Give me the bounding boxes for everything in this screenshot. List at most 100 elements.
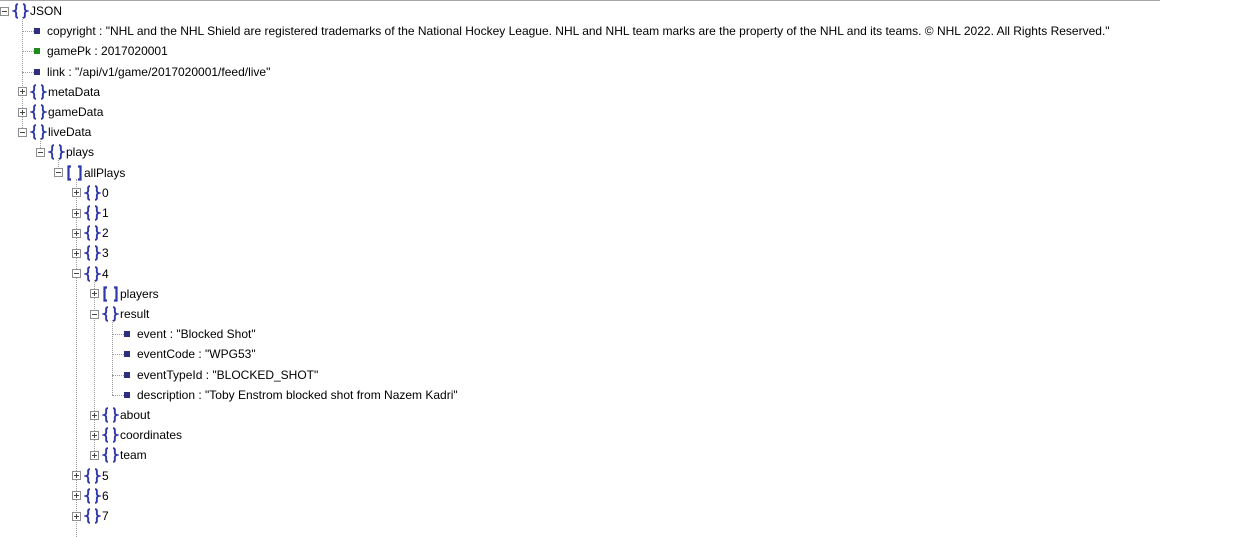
tree-node-plays[interactable]: plays bbox=[36, 142, 94, 162]
node-label: result bbox=[120, 307, 150, 321]
tree-node-1[interactable]: 1 bbox=[72, 203, 109, 223]
expand-toggle-icon[interactable] bbox=[90, 410, 99, 420]
node-label: plays bbox=[66, 145, 95, 160]
node-label: allPlays bbox=[84, 165, 126, 180]
top-divider bbox=[0, 0, 1160, 1]
tree-node-team[interactable]: team bbox=[90, 445, 147, 465]
object-braces-icon bbox=[48, 144, 65, 161]
square-bullet-icon bbox=[34, 28, 40, 35]
node-label: gamePk : 2017020001 bbox=[47, 44, 168, 59]
tree-value-event: event : "Blocked Shot" bbox=[124, 324, 256, 344]
object-braces-icon bbox=[30, 84, 47, 100]
tree-connector-line bbox=[22, 31, 34, 33]
node-label: 6 bbox=[102, 488, 109, 503]
tree-node-allplays[interactable]: allPlays bbox=[54, 163, 125, 183]
object-braces-icon bbox=[30, 124, 47, 140]
node-label: eventTypeId : "BLOCKED_SHOT" bbox=[137, 367, 319, 382]
node-label: 3 bbox=[102, 246, 109, 261]
node-label: 0 bbox=[102, 185, 109, 200]
collapse-toggle-icon[interactable] bbox=[0, 6, 9, 16]
node-label: liveData bbox=[48, 125, 92, 140]
tree-connector-line bbox=[112, 374, 124, 376]
object-braces-icon bbox=[84, 205, 101, 221]
node-label: 7 bbox=[102, 509, 109, 523]
node-label: eventCode : "WPG53" bbox=[137, 347, 256, 362]
node-label: 2 bbox=[102, 226, 109, 241]
tree-node-3[interactable]: 3 bbox=[72, 243, 109, 263]
object-braces-icon bbox=[84, 245, 101, 262]
tree-node-gamedata[interactable]: gameData bbox=[18, 102, 103, 122]
tree-node-players[interactable]: players bbox=[90, 284, 159, 304]
object-braces-icon bbox=[84, 467, 101, 484]
node-label: gameData bbox=[48, 105, 104, 119]
node-label: metaData bbox=[48, 84, 101, 99]
array-brackets-icon bbox=[102, 286, 119, 302]
collapse-toggle-icon[interactable] bbox=[72, 269, 81, 279]
square-bullet-icon bbox=[124, 371, 130, 378]
tree-node-2[interactable]: 2 bbox=[72, 223, 109, 243]
object-braces-icon bbox=[84, 185, 101, 201]
square-bullet-icon bbox=[34, 48, 40, 55]
tree-connector-line bbox=[22, 71, 34, 73]
tree-value-eventtypeid: eventTypeId : "BLOCKED_SHOT" bbox=[124, 365, 318, 385]
node-label: description : "Toby Enstrom blocked shot… bbox=[137, 387, 458, 402]
collapse-toggle-icon[interactable] bbox=[18, 127, 27, 137]
node-label: 5 bbox=[102, 468, 109, 483]
object-braces-icon bbox=[12, 3, 29, 19]
tree-value-eventcode: eventCode : "WPG53" bbox=[124, 344, 256, 364]
square-bullet-icon bbox=[124, 391, 130, 398]
tree-node-coordinates[interactable]: coordinates bbox=[90, 425, 182, 445]
tree-node-about[interactable]: about bbox=[90, 405, 150, 425]
collapse-toggle-icon[interactable] bbox=[90, 309, 99, 319]
json-tree-view: JSON copyright : "NHL and the NHL Shield … bbox=[0, 0, 1236, 537]
expand-toggle-icon[interactable] bbox=[18, 107, 27, 117]
tree-node-4[interactable]: 4 bbox=[72, 264, 109, 284]
node-label: event : "Blocked Shot" bbox=[137, 327, 256, 342]
tree-value-link: link : "/api/v1/game/2017020001/feed/liv… bbox=[34, 62, 270, 82]
object-braces-icon bbox=[102, 407, 119, 423]
tree-node-5[interactable]: 5 bbox=[72, 466, 109, 486]
expand-toggle-icon[interactable] bbox=[72, 248, 81, 258]
expand-toggle-icon[interactable] bbox=[90, 430, 99, 440]
node-label: link : "/api/v1/game/2017020001/feed/liv… bbox=[47, 64, 271, 79]
tree-value-gamepk: gamePk : 2017020001 bbox=[34, 41, 168, 61]
tree-node-metadata[interactable]: metaData bbox=[18, 82, 100, 102]
object-braces-icon bbox=[84, 508, 101, 524]
expand-toggle-icon[interactable] bbox=[90, 450, 99, 460]
expand-toggle-icon[interactable] bbox=[72, 208, 81, 218]
expand-toggle-icon[interactable] bbox=[72, 491, 81, 501]
expand-toggle-icon[interactable] bbox=[90, 289, 99, 299]
tree-value-description: description : "Toby Enstrom blocked shot… bbox=[124, 385, 458, 405]
tree-node-result[interactable]: result bbox=[90, 304, 149, 324]
tree-value-copyright: copyright : "NHL and the NHL Shield are … bbox=[34, 21, 1110, 41]
node-label: about bbox=[120, 408, 151, 422]
tree-node-json[interactable]: JSON bbox=[0, 1, 62, 21]
node-label: 1 bbox=[102, 206, 109, 220]
collapse-toggle-icon[interactable] bbox=[54, 168, 63, 178]
node-label: team bbox=[120, 448, 147, 463]
node-label: 4 bbox=[102, 266, 109, 281]
expand-toggle-icon[interactable] bbox=[72, 188, 81, 198]
tree-node-livedata[interactable]: liveData bbox=[18, 122, 91, 142]
object-braces-icon bbox=[102, 306, 119, 322]
expand-toggle-icon[interactable] bbox=[72, 511, 81, 521]
expand-toggle-icon[interactable] bbox=[72, 471, 81, 481]
tree-connector-line bbox=[112, 334, 124, 336]
node-label: players bbox=[120, 286, 159, 301]
expand-toggle-icon[interactable] bbox=[18, 87, 27, 97]
object-braces-icon bbox=[102, 447, 119, 464]
object-braces-icon bbox=[84, 265, 101, 282]
expand-toggle-icon[interactable] bbox=[72, 228, 81, 238]
tree-connector-line bbox=[22, 51, 34, 53]
tree-connector-line bbox=[112, 354, 124, 356]
tree-node-6[interactable]: 6 bbox=[72, 486, 109, 506]
tree-node-0[interactable]: 0 bbox=[72, 183, 109, 203]
tree-node-7[interactable]: 7 bbox=[72, 506, 109, 526]
array-brackets-icon bbox=[66, 164, 83, 181]
square-bullet-icon bbox=[34, 68, 40, 75]
collapse-toggle-icon[interactable] bbox=[36, 147, 45, 157]
tree-connector-line bbox=[112, 394, 124, 396]
object-braces-icon bbox=[102, 427, 119, 443]
object-braces-icon bbox=[84, 225, 101, 241]
square-bullet-icon bbox=[124, 331, 130, 338]
